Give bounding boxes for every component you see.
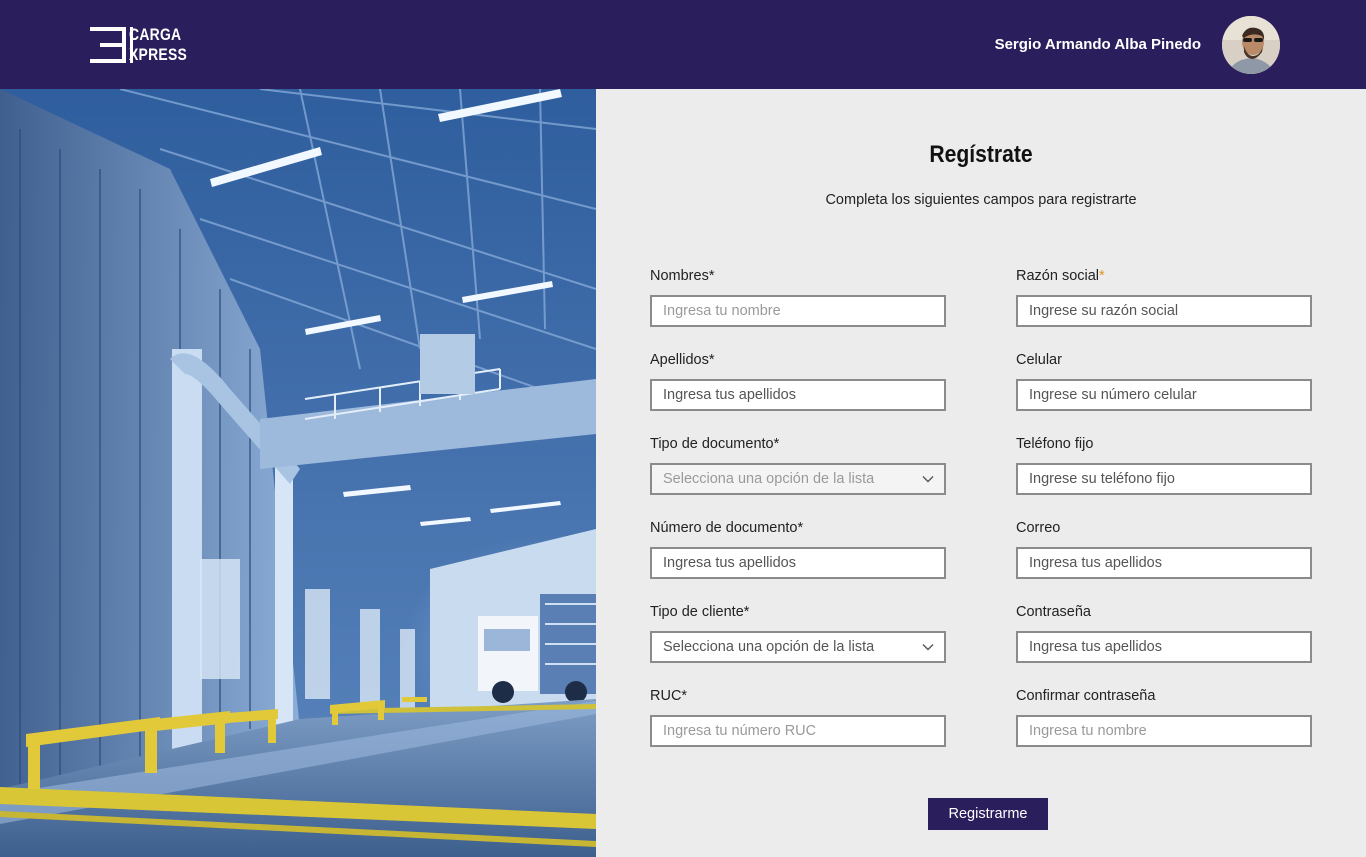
razon-social-input[interactable]: Ingrese su razón social	[1016, 295, 1312, 327]
field-label: Tipo de documento*	[650, 436, 780, 452]
logo-e-mark-icon	[90, 26, 133, 64]
register-button[interactable]: Registrarme	[928, 798, 1048, 830]
field-label: Tipo de cliente*	[650, 604, 750, 620]
field-label-text: Razón social	[1016, 268, 1100, 284]
logo-line-1: CARGA	[129, 25, 182, 44]
field-telefono-fijo: Teléfono fijo Ingrese su teléfono fijo	[1016, 434, 1312, 495]
apellidos-input[interactable]: Ingresa tus apellidos	[650, 379, 946, 411]
numero-documento-input[interactable]: Ingresa tus apellidos	[650, 547, 946, 579]
page-subtitle: Completa los siguientes campos para regi…	[825, 192, 1137, 208]
field-razon-social: Razón social* Ingrese su razón social	[1016, 266, 1312, 327]
tipo-documento-select[interactable]: Selecciona una opción de la lista	[650, 463, 946, 495]
ruc-input[interactable]: Ingresa tu número RUC	[650, 715, 946, 747]
warehouse-photo	[0, 89, 596, 857]
cargaxpress-logo[interactable]: CARGA XPRESS	[90, 25, 200, 65]
field-label: Celular	[1016, 352, 1062, 368]
logo-line-2: XPRESS	[129, 45, 188, 64]
field-ruc: RUC* Ingresa tu número RUC	[650, 686, 946, 747]
chevron-down-icon	[922, 644, 934, 651]
contrasena-input[interactable]: Ingresa tus apellidos	[1016, 631, 1312, 663]
field-correo: Correo Ingresa tus apellidos	[1016, 518, 1312, 579]
field-label: Apellidos*	[650, 352, 715, 368]
field-label: Teléfono fijo	[1016, 436, 1094, 452]
field-tipo-documento: Tipo de documento* Selecciona una opción…	[650, 434, 946, 495]
field-label: Número de documento*	[650, 520, 804, 536]
celular-input[interactable]: Ingrese su número celular	[1016, 379, 1312, 411]
user-avatar[interactable]	[1222, 16, 1280, 74]
field-label: Contraseña	[1016, 604, 1091, 620]
required-mark: *	[1099, 268, 1105, 284]
select-value: Selecciona una opción de la lista	[663, 471, 875, 487]
select-value: Selecciona una opción de la lista	[663, 639, 875, 655]
field-tipo-cliente: Tipo de cliente* Selecciona una opción d…	[650, 602, 946, 663]
field-label: Confirmar contraseña	[1016, 688, 1156, 704]
tipo-cliente-select[interactable]: Selecciona una opción de la lista	[650, 631, 946, 663]
field-label: Nombres*	[650, 268, 715, 284]
field-label: Razón social*	[1016, 266, 1312, 286]
confirmar-contrasena-input[interactable]: Ingresa tu nombre	[1016, 715, 1312, 747]
correo-input[interactable]: Ingresa tus apellidos	[1016, 547, 1312, 579]
field-celular: Celular Ingrese su número celular	[1016, 350, 1312, 411]
chevron-down-icon	[922, 476, 934, 483]
logo-text: CARGA XPRESS	[129, 25, 187, 65]
field-label: RUC*	[650, 688, 688, 704]
field-contrasena: Contraseña Ingresa tus apellidos	[1016, 602, 1312, 663]
user-name[interactable]: Sergio Armando Alba Pinedo	[995, 36, 1201, 53]
field-numero-documento: Número de documento* Ingresa tus apellid…	[650, 518, 946, 579]
nombres-input[interactable]: Ingresa tu nombre	[650, 295, 946, 327]
telefono-fijo-input[interactable]: Ingrese su teléfono fijo	[1016, 463, 1312, 495]
field-apellidos: Apellidos* Ingresa tus apellidos	[650, 350, 946, 411]
top-bar: CARGA XPRESS Sergio Armando Alba Pinedo	[0, 0, 1366, 89]
field-label: Correo	[1016, 520, 1061, 536]
field-nombres: Nombres* Ingresa tu nombre	[650, 266, 946, 327]
field-confirmar-contrasena: Confirmar contraseña Ingresa tu nombre	[1016, 686, 1312, 747]
registration-panel: Regístrate Completa los siguientes campo…	[596, 89, 1366, 857]
page-title: Regístrate	[929, 141, 1033, 168]
